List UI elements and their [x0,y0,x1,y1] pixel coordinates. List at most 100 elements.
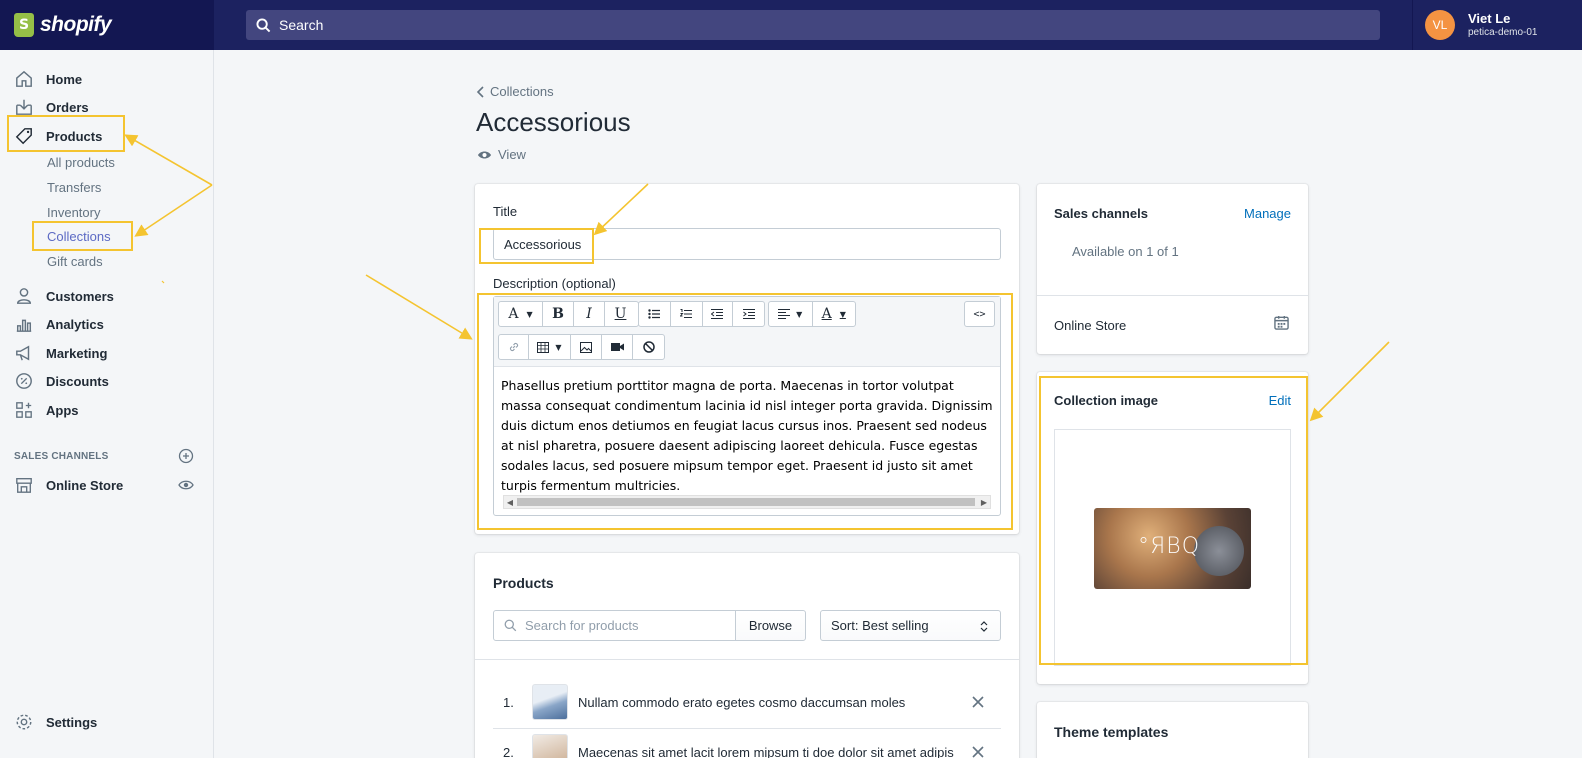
table-dropdown-button[interactable]: ▼ [529,335,571,359]
text-color-button[interactable]: A ▼ [813,302,856,326]
calendar-icon[interactable] [1274,315,1289,330]
breadcrumb[interactable]: Collections [476,84,554,99]
sidebar-subitem-all-products[interactable]: All products [47,154,115,172]
select-arrows-icon [980,621,988,632]
sidebar-item-label: Orders [46,99,89,115]
sidebar-item-analytics[interactable]: Analytics [14,313,104,335]
customer-icon [14,286,34,306]
product-row[interactable]: 2. Maecenas sit amet lacit lorem mipsum … [475,727,1019,758]
underline-button[interactable]: U [605,302,636,326]
sidebar-item-marketing[interactable]: Marketing [14,342,107,364]
italic-button[interactable]: I [574,302,605,326]
logo-text: shopify [40,13,112,36]
sidebar-item-apps[interactable]: Apps [14,399,79,421]
product-name[interactable]: Nullam commodo erato egetes cosmo daccum… [578,695,905,710]
sidebar-item-settings[interactable]: Settings [14,711,97,733]
bullet-list-icon[interactable] [639,302,671,326]
image-watermark: °ЯBQ [1138,534,1201,559]
collection-image-title: Collection image [1054,393,1159,408]
align-color-group: ▼ A ▼ [768,301,856,327]
scroll-left-arrow[interactable]: ◀ [504,496,516,508]
rich-text-editor[interactable]: A ▼ B I U ▼ A ▼ <> ▼ Phasellus pretium p… [493,296,1001,516]
sidebar-item-orders[interactable]: Orders [14,96,89,118]
view-label: View [498,147,526,162]
sidebar-item-label: Apps [46,402,79,418]
sidebar-item-label: Discounts [46,373,109,389]
sort-label: Sort: Best selling [831,618,929,633]
sales-channels-card: Sales channels Manage Available on 1 of … [1037,184,1308,354]
outdent-icon[interactable] [703,302,734,326]
browse-button[interactable]: Browse [735,610,806,641]
sidebar-subitem-transfers[interactable]: Transfers [47,179,101,197]
chevron-left-icon [476,85,484,98]
bold-button[interactable]: B [543,302,574,326]
link-icon[interactable] [499,335,529,359]
search-input[interactable]: Search [246,10,1380,40]
scroll-right-arrow[interactable]: ▶ [978,496,990,508]
search-placeholder: Search for products [525,618,639,633]
scrollbar-thumb[interactable] [517,498,975,506]
product-name[interactable]: Maecenas sit amet lacit lorem mipsum ti … [578,745,954,758]
editor-toolbar: A ▼ B I U ▼ A ▼ <> ▼ [494,297,1000,367]
arrow-to-description [365,274,473,340]
theme-templates-title: Theme templates [1054,724,1169,740]
sales-channels-title: Sales channels [1054,206,1148,221]
sort-select[interactable]: Sort: Best selling [820,610,1001,641]
font-dropdown-button[interactable]: A ▼ [499,302,543,326]
sidebar-item-label: Products [46,128,103,144]
shopify-logo[interactable]: shopify [0,0,214,50]
theme-templates-card: Theme templates [1037,702,1308,758]
description-text[interactable]: Phasellus pretium porttitor magna de por… [501,376,995,496]
sidebar-item-online-store[interactable]: Online Store [14,474,123,496]
sidebar-item-label: Analytics [46,316,104,332]
add-channel-icon[interactable] [178,448,194,464]
availability-text: Available on 1 of 1 [1072,244,1179,259]
editor-horizontal-scrollbar[interactable]: ◀ ▶ [503,495,991,509]
sidebar-item-customers[interactable]: Customers [14,285,114,307]
breadcrumb-link[interactable]: Collections [490,84,554,99]
sidebar-subitem-collections[interactable]: Collections [47,228,111,246]
products-card-title: Products [493,575,554,591]
sidebar-subitem-inventory[interactable]: Inventory [47,204,100,222]
top-bar: shopify Search VL Viet Le petica-demo-01 [0,0,1582,50]
code-group: <> [964,301,995,327]
close-icon[interactable] [972,746,984,758]
sidebar-subitem-gift-cards[interactable]: Gift cards [47,253,103,271]
avatar: VL [1425,10,1455,40]
sidebar-item-home[interactable]: Home [14,68,82,90]
product-row[interactable]: 1. Nullam commodo erato egetes cosmo dac… [475,677,1019,727]
sidebar-item-label: Home [46,71,83,87]
shopify-bag-icon [14,13,34,37]
close-icon[interactable] [972,696,984,708]
indent-icon[interactable] [733,302,764,326]
product-index: 1. [503,694,514,710]
arrow-to-image [1309,341,1390,422]
sidebar-item-products[interactable]: Products [14,125,102,147]
numbered-list-icon[interactable] [671,302,703,326]
collection-image[interactable]: °ЯBQ [1094,508,1251,589]
collection-image-card: Collection image Edit °ЯBQ [1037,372,1308,684]
discount-icon [14,371,34,391]
align-dropdown-button[interactable]: ▼ [769,302,813,326]
image-frame: °ЯBQ [1054,429,1291,666]
cat-shape [1194,526,1244,576]
insert-group: ▼ [498,334,665,360]
description-label: Description (optional) [493,276,616,291]
product-search-input[interactable]: Search for products [493,610,736,641]
sidebar-item-label: Marketing [46,345,108,361]
sidebar-item-discounts[interactable]: Discounts [14,370,109,392]
analytics-icon [14,314,34,334]
clear-format-icon[interactable] [633,335,664,359]
manage-link[interactable]: Manage [1244,206,1291,221]
format-group: A ▼ B I U [498,301,639,327]
sidebar: Home Orders Products All products Transf… [0,50,214,758]
user-menu[interactable]: VL Viet Le petica-demo-01 [1412,0,1582,50]
edit-image-link[interactable]: Edit [1269,393,1291,408]
html-code-button[interactable]: <> [965,302,994,326]
view-link[interactable]: View [477,147,526,162]
image-icon[interactable] [571,335,602,359]
eye-icon[interactable] [178,478,194,492]
title-field[interactable]: Accessorious [493,228,1001,260]
align-left-icon [778,309,791,319]
video-icon[interactable] [602,335,633,359]
